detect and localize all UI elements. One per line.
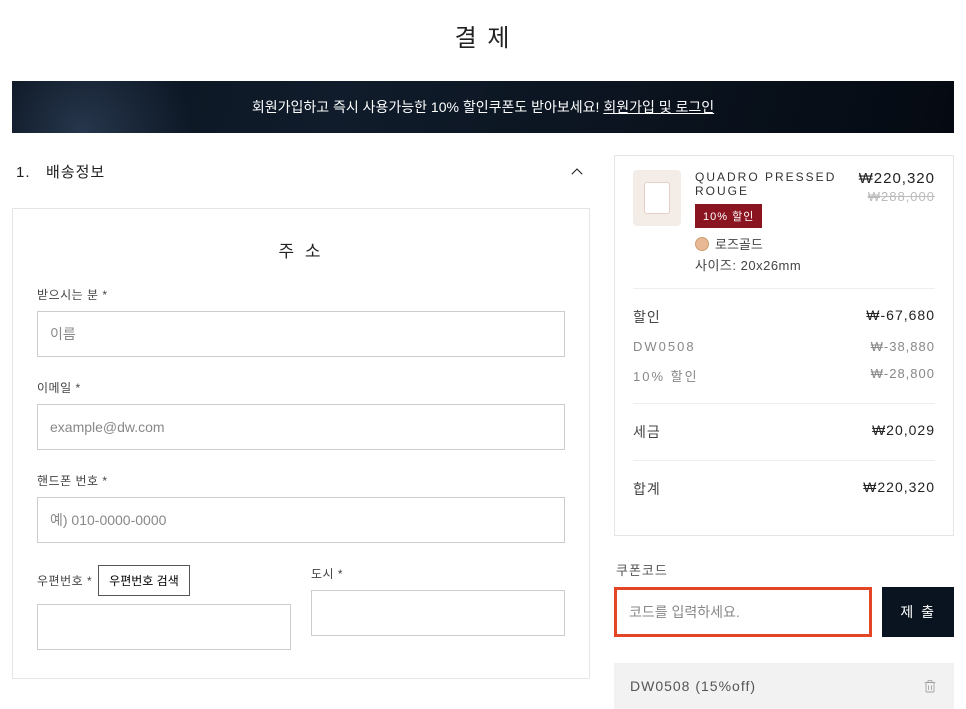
section-title: 1. 배송정보 [16, 161, 105, 182]
size-prefix: 사이즈: [695, 258, 737, 273]
email-input[interactable] [37, 404, 565, 450]
size-value: 20x26mm [741, 258, 802, 273]
zip-search-button[interactable]: 우편번호 검색 [98, 565, 190, 596]
discount-badge: 10% 할인 [695, 204, 762, 228]
color-swatch-icon [695, 237, 709, 251]
trash-icon[interactable] [922, 677, 938, 695]
product-image [633, 170, 681, 226]
discount-label: 할인 [633, 307, 661, 327]
city-label: 도시 * [311, 565, 565, 582]
phone-label: 핸드폰 번호 * [37, 472, 565, 489]
city-input[interactable] [311, 590, 565, 636]
name-label: 받으시는 분 * [37, 286, 565, 303]
coupon-input[interactable] [614, 587, 872, 637]
price-current: ₩220,320 [859, 170, 935, 187]
dw0508-label: DW0508 [633, 339, 696, 354]
shipping-section-header[interactable]: 1. 배송정보 [12, 155, 590, 208]
name-input[interactable] [37, 311, 565, 357]
zip-label: 우편번호 * [37, 572, 92, 589]
signup-banner: 회원가입하고 즉시 사용가능한 10% 할인쿠폰도 받아보세요! 회원가입 및 … [12, 81, 954, 133]
cart-item: QUADRO PRESSED ROUGE 10% 할인 로즈골드 사이즈: 20… [633, 170, 935, 289]
signup-login-link[interactable]: 회원가입 및 로그인 [603, 99, 714, 115]
applied-coupon-text: DW0508 (15%off) [630, 678, 756, 694]
price-original: ₩288,000 [859, 189, 935, 204]
color-label: 로즈골드 [715, 234, 763, 253]
chevron-up-icon [568, 163, 586, 181]
pct-value: ₩-28,800 [871, 366, 935, 385]
tax-label: 세금 [633, 422, 661, 442]
coupon-title: 쿠폰코드 [616, 560, 954, 579]
tax-value: ₩20,029 [872, 422, 935, 442]
discount-value: ₩-67,680 [866, 307, 935, 327]
pct-label: 10% 할인 [633, 366, 699, 385]
coupon-submit-button[interactable]: 제 출 [882, 587, 954, 637]
zip-input[interactable] [37, 604, 291, 650]
order-summary: QUADRO PRESSED ROUGE 10% 할인 로즈골드 사이즈: 20… [614, 155, 954, 536]
panel-heading: 주 소 [37, 237, 565, 262]
dw0508-value: ₩-38,880 [871, 339, 935, 354]
email-label: 이메일 * [37, 379, 565, 396]
total-value: ₩220,320 [863, 479, 935, 499]
banner-text: 회원가입하고 즉시 사용가능한 10% 할인쿠폰도 받아보세요! [252, 99, 600, 115]
phone-input[interactable] [37, 497, 565, 543]
product-name: QUADRO PRESSED ROUGE [695, 170, 845, 198]
total-label: 합계 [633, 479, 661, 499]
applied-coupon: DW0508 (15%off) [614, 663, 954, 709]
page-title: 결 제 [12, 18, 954, 53]
address-panel: 주 소 받으시는 분 * 이메일 * 핸드폰 번호 * 우편번호 [12, 208, 590, 679]
